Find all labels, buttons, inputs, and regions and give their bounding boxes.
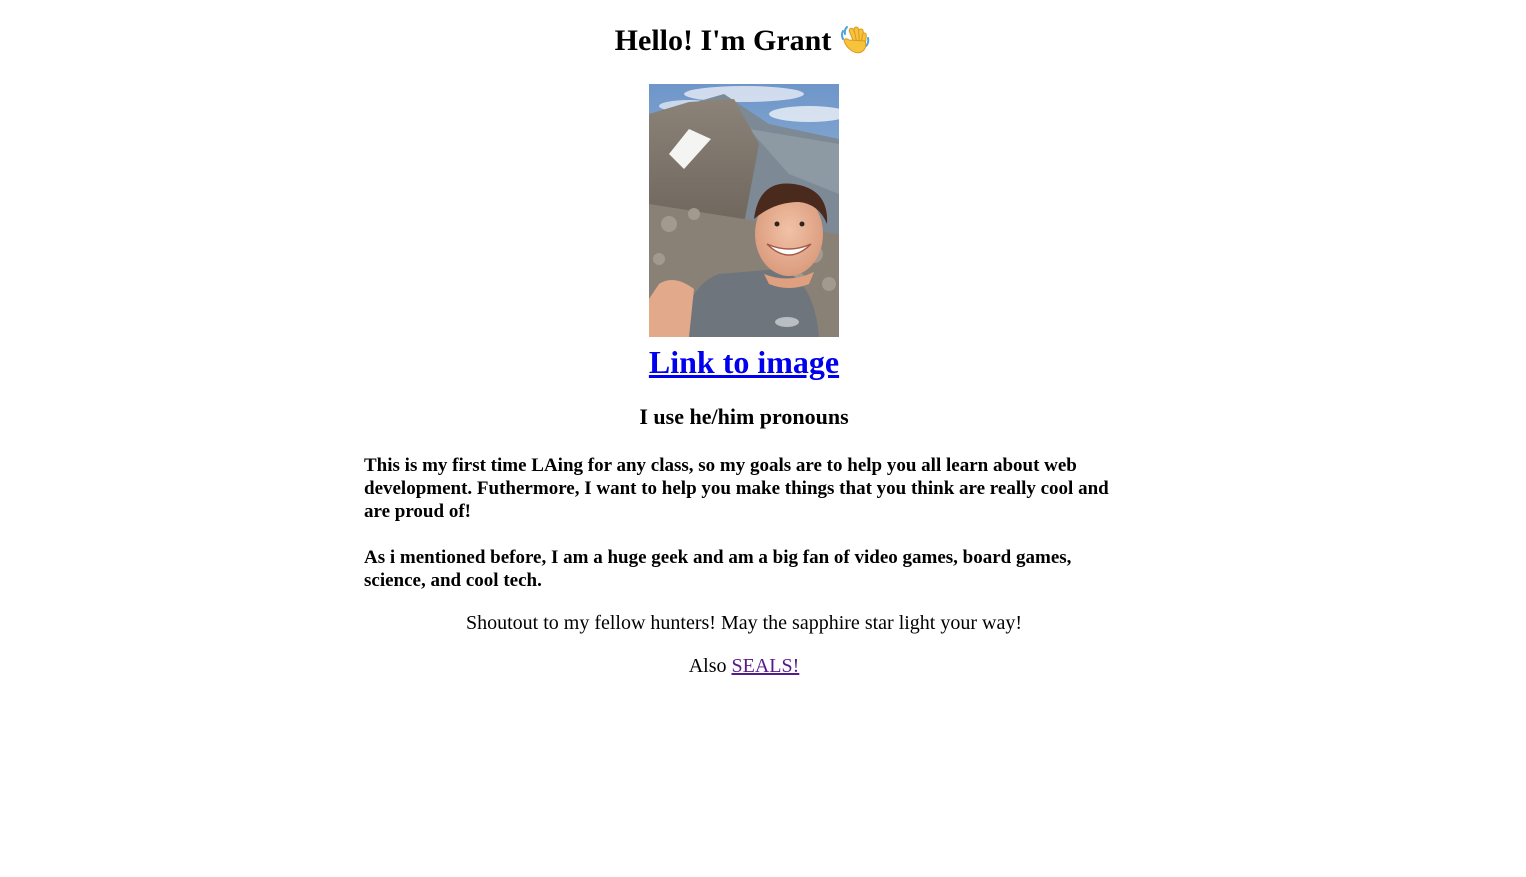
shoutout-text: Shoutout to my fellow hunters! May the s… [465,612,1022,634]
page: Hello! I'm Grant Link to image I use he/… [0,0,1526,877]
pronouns-heading: I use he/him pronouns [639,404,849,429]
bio-paragraph-interests: As i mentioned before, I am a huge geek … [364,547,1072,591]
image-link-wrapper: Link to image [0,342,1488,382]
bio-paragraph-goals: This is my first time LAing for any clas… [364,455,1109,522]
also-prefix: Also [688,655,727,677]
waving-hand-icon [841,26,870,54]
link-to-image[interactable]: Link to image [649,344,839,380]
profile-photo [649,84,839,337]
page-title: Hello! I'm Grant [0,22,1488,60]
page-title-text: Hello! I'm Grant [614,24,832,57]
also-line: Also SEALS! [0,653,1488,679]
seals-link[interactable]: SEALS! [732,655,800,677]
